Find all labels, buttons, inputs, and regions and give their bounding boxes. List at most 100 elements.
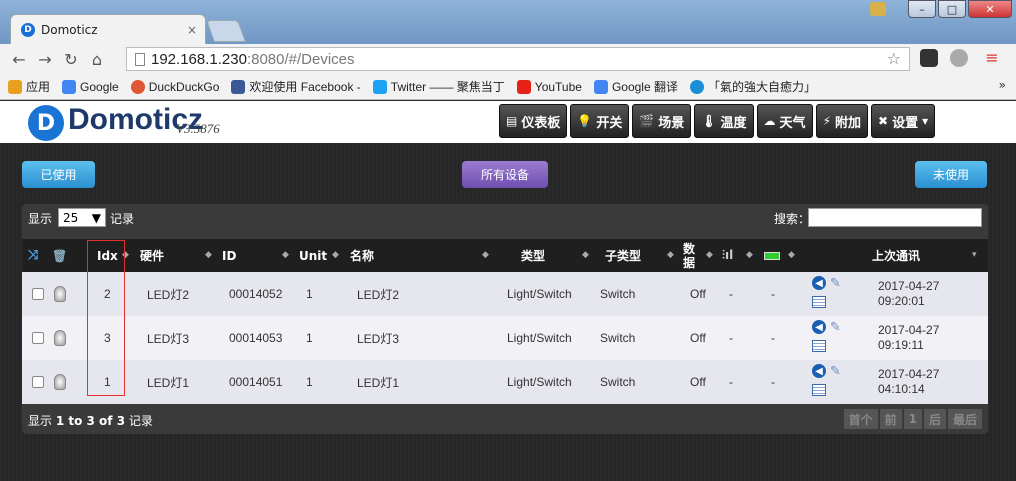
menu-label: 场景 <box>658 115 685 131</box>
menu-dashboard[interactable]: ▤ 仪表板 <box>499 104 568 138</box>
last-page-button[interactable]: 最后 <box>947 409 982 429</box>
col-id[interactable]: ID <box>222 239 236 272</box>
trash-icon[interactable]: 🗑 <box>52 239 67 272</box>
menu-label: 设置 <box>892 115 919 131</box>
reload-icon[interactable]: ↻ <box>60 48 82 70</box>
tab-close-icon[interactable]: × <box>187 23 197 37</box>
bookmarks-overflow-button[interactable]: » <box>999 78 1006 92</box>
back-arrow-icon[interactable]: ◀ <box>812 364 826 378</box>
menu-settings[interactable]: ✖ 设置 ▾ <box>871 104 936 138</box>
bookmark-label: Twitter —— 聚焦当丁 <box>390 80 505 94</box>
sort-icon[interactable]: ◆ <box>667 250 674 260</box>
extension-icon[interactable] <box>920 49 938 67</box>
extension-shield-icon[interactable] <box>950 49 968 67</box>
cell-type: Light/Switch <box>507 375 572 389</box>
sort-icon[interactable]: ◆ <box>482 250 489 260</box>
table-row: 3 LED灯3 00014053 1 LED灯3 Light/Switch Sw… <box>22 316 988 360</box>
sort-icon[interactable]: ◆ <box>205 250 212 260</box>
edit-pencil-icon[interactable]: ✎ <box>830 276 841 291</box>
checkbox[interactable] <box>32 332 44 344</box>
bookmark-item[interactable]: DuckDuckGo <box>130 79 219 94</box>
row-checkbox[interactable] <box>32 360 44 404</box>
bookmark-label: YouTube <box>534 79 582 94</box>
chrome-menu-icon[interactable]: ≡ <box>983 49 1001 67</box>
back-arrow-icon[interactable]: ← <box>8 48 30 70</box>
cell-last-seen: 2017-04-27 09:19:11 <box>878 323 939 353</box>
sort-icon[interactable]: ◆ <box>582 250 589 260</box>
youtube-icon <box>516 79 531 94</box>
sort-desc-icon[interactable]: ▾ <box>972 250 977 260</box>
google-icon <box>62 79 77 94</box>
col-subtype[interactable]: 子类型 <box>605 239 641 272</box>
info-suffix: 记录 <box>128 414 153 428</box>
all-devices-button[interactable]: 所有设备 <box>462 161 548 188</box>
edit-pencil-icon[interactable]: ✎ <box>830 364 841 379</box>
bookmark-item[interactable]: Google 翻译 <box>593 78 678 95</box>
row-checkbox[interactable] <box>32 272 44 316</box>
menu-temperature[interactable]: 🌡 温度 <box>694 104 754 138</box>
cell-unit: 1 <box>306 375 313 389</box>
log-icon[interactable] <box>812 384 826 396</box>
bookmark-item[interactable]: Twitter —— 聚焦当丁 <box>372 78 505 95</box>
shuffle-icon[interactable]: ⤨ <box>28 239 38 272</box>
bookmark-item[interactable]: 欢迎使用 Facebook - <box>231 78 361 95</box>
col-last-seen[interactable]: 上次通讯 <box>872 239 920 272</box>
used-devices-button[interactable]: 已使用 <box>22 161 95 188</box>
col-name[interactable]: 名称 <box>350 239 374 272</box>
table-info: 显示 1 to 3 of 3 记录 <box>28 412 153 429</box>
row-checkbox[interactable] <box>32 316 44 360</box>
bookmark-item[interactable]: 应用 <box>8 78 50 95</box>
cell-name: LED灯1 <box>357 375 400 390</box>
signal-icon[interactable]: ⫶ıl <box>722 239 733 272</box>
bookmark-label: Google 翻译 <box>611 80 678 94</box>
bookmark-item[interactable]: Google <box>62 79 119 94</box>
battery-icon[interactable] <box>764 239 780 272</box>
unused-devices-button[interactable]: 未使用 <box>915 161 987 188</box>
edit-pencil-icon[interactable]: ✎ <box>830 320 841 335</box>
menu-scenes[interactable]: 🎬 场景 <box>632 104 692 138</box>
close-window-button[interactable]: ✕ <box>968 0 1012 18</box>
address-bar[interactable]: 192.168.1.230:8080/#/Devices ☆ <box>126 47 910 71</box>
bookmark-item[interactable]: YouTube <box>516 79 582 94</box>
col-type[interactable]: 类型 <box>521 239 545 272</box>
sort-icon[interactable]: ◆ <box>706 250 713 260</box>
sort-icon[interactable]: ◆ <box>788 250 795 260</box>
first-page-button[interactable]: 首个 <box>843 409 878 429</box>
col-unit[interactable]: Unit <box>299 239 327 272</box>
checkbox[interactable] <box>32 288 44 300</box>
url-host: 192.168.1.230 <box>151 50 247 68</box>
browser-tab[interactable]: D Domoticz × <box>10 14 206 44</box>
back-arrow-icon[interactable]: ◀ <box>812 276 826 290</box>
sort-icon[interactable]: ◆ <box>282 250 289 260</box>
col-data[interactable]: 数据 <box>683 239 699 272</box>
search-label: 搜索： <box>774 212 811 226</box>
search-input[interactable] <box>808 208 982 227</box>
row-actions: ◀ ✎ <box>812 276 848 312</box>
new-tab-button[interactable] <box>205 20 247 42</box>
forward-arrow-icon[interactable]: → <box>34 48 56 70</box>
log-icon[interactable] <box>812 340 826 352</box>
checkbox[interactable] <box>32 376 44 388</box>
menu-switches[interactable]: 💡 开关 <box>570 104 630 138</box>
sort-icon[interactable]: ◆ <box>332 250 339 260</box>
back-arrow-icon[interactable]: ◀ <box>812 320 826 334</box>
bookmark-item[interactable]: 「氣的強大自癒力」 <box>689 78 816 95</box>
col-hardware[interactable]: 硬件 <box>140 239 164 272</box>
sort-icon[interactable]: ◆ <box>746 250 753 260</box>
home-icon[interactable]: ⌂ <box>86 48 108 70</box>
next-page-button[interactable]: 后 <box>923 409 946 429</box>
cell-hardware: LED灯3 <box>147 331 190 346</box>
menu-weather[interactable]: ☁ 天气 <box>756 104 813 138</box>
page-length-select[interactable]: 25 ▼ <box>58 208 106 227</box>
menu-utility[interactable]: ⚡ 附加 <box>815 104 869 138</box>
log-icon[interactable] <box>812 296 826 308</box>
page-1-button[interactable]: 1 <box>903 409 922 429</box>
user-profile-icon[interactable] <box>870 2 886 16</box>
prev-page-button[interactable]: 前 <box>879 409 902 429</box>
table-row: 2 LED灯2 00014052 1 LED灯2 Light/Switch Sw… <box>22 272 988 316</box>
menu-label: 附加 <box>835 115 862 131</box>
info-prefix: 显示 <box>28 414 53 428</box>
bookmark-star-icon[interactable]: ☆ <box>887 49 901 68</box>
minimize-button[interactable]: – <box>908 0 936 18</box>
maximize-button[interactable]: □ <box>938 0 966 18</box>
